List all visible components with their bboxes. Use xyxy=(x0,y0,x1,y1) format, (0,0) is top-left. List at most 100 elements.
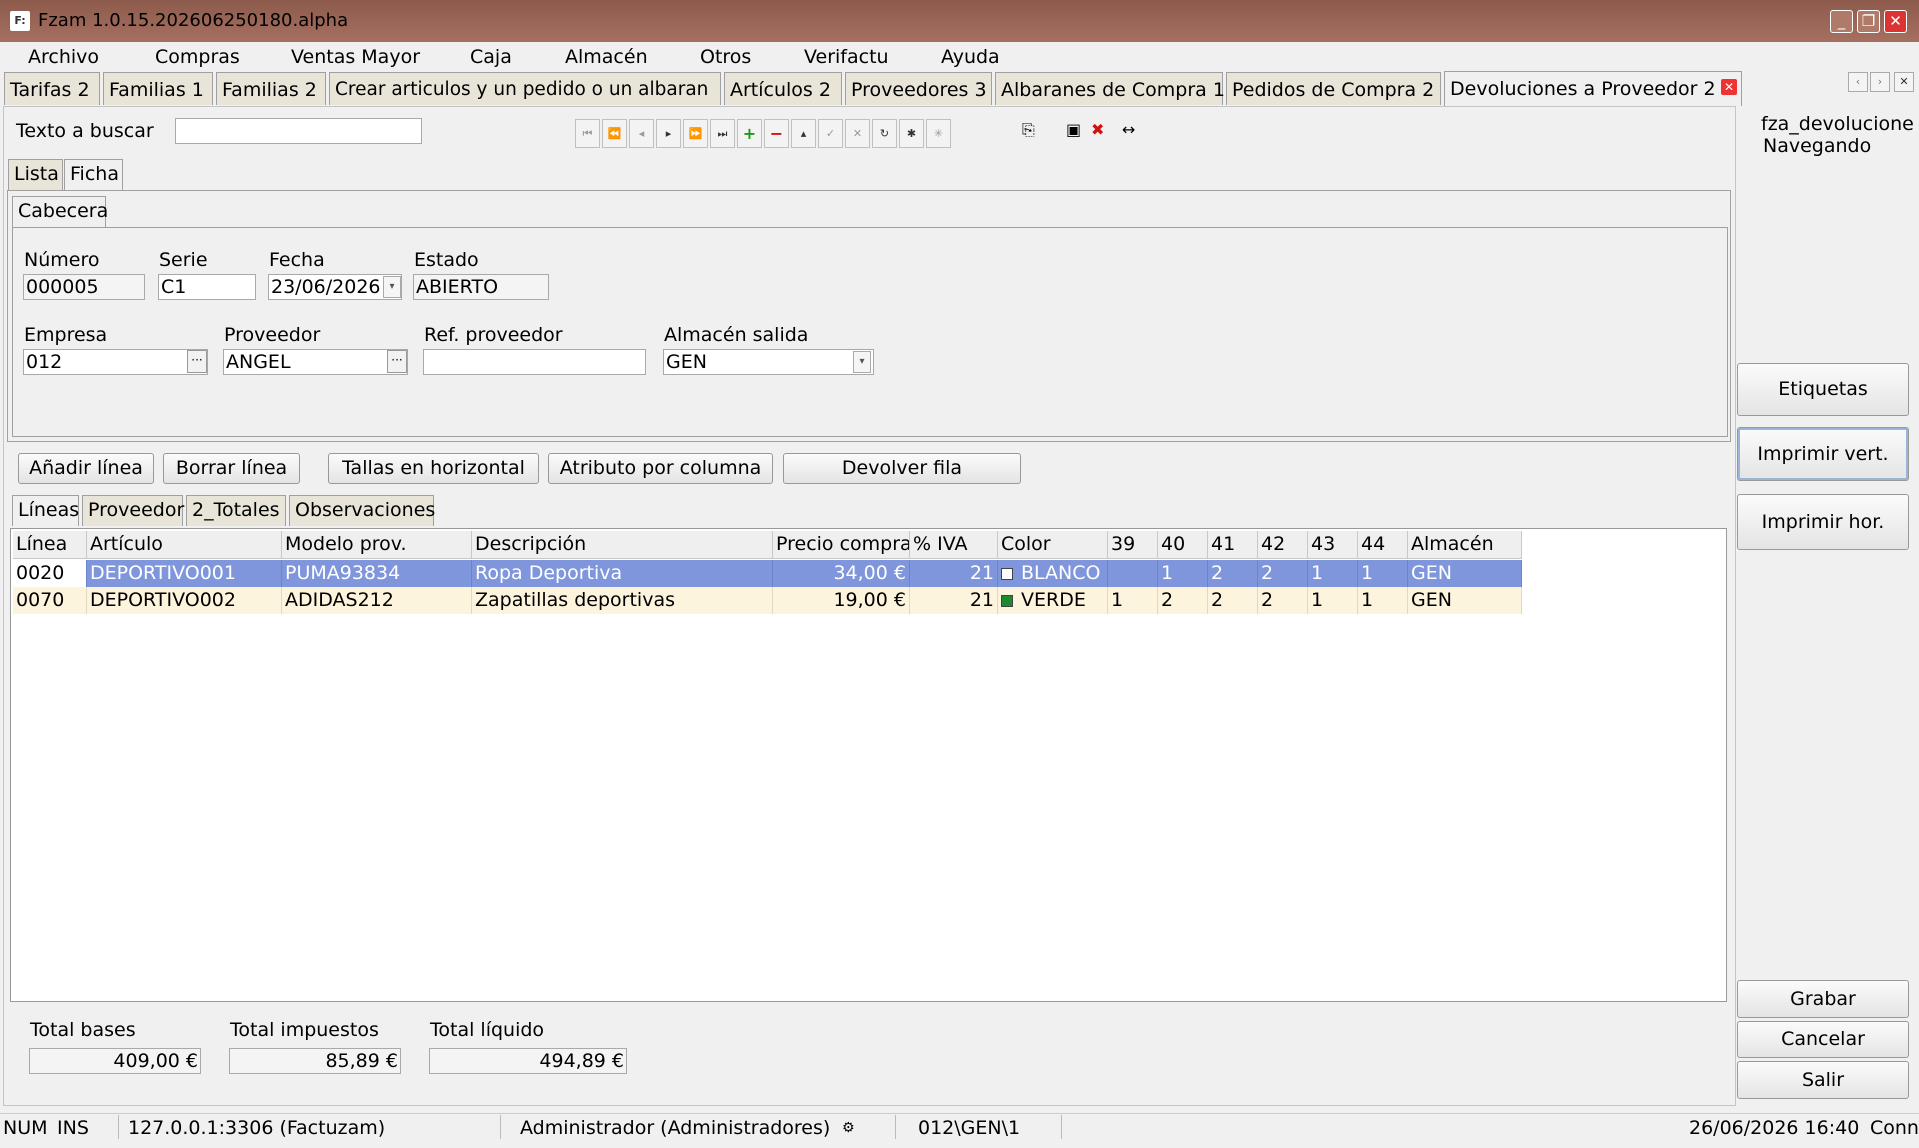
restore-icon[interactable]: ❐ xyxy=(1857,10,1880,33)
cell-modelo[interactable]: ADIDAS212 xyxy=(282,587,472,614)
clear-filter-icon[interactable]: ✖ xyxy=(1091,120,1104,140)
proveedor-field[interactable]: ANGEL xyxy=(223,349,408,375)
tab-cabecera[interactable]: Cabecera xyxy=(12,196,108,227)
menu-ayuda[interactable]: Ayuda xyxy=(941,46,1000,68)
cell-almacen[interactable]: GEN xyxy=(1408,587,1522,614)
cell-linea[interactable]: 0070 xyxy=(13,587,87,614)
search-input[interactable] xyxy=(175,118,422,144)
next-record-icon[interactable]: ▸ xyxy=(656,119,681,148)
apply-updates-icon[interactable]: ✱ xyxy=(899,119,924,148)
cell-modelo[interactable]: PUMA93834 xyxy=(282,560,472,587)
prev-page-icon[interactable]: ⏪ xyxy=(602,119,627,148)
copy-record-icon[interactable]: ⎘ xyxy=(1022,120,1035,140)
delete-line-button[interactable]: Borrar línea xyxy=(163,453,300,484)
save-filter-icon[interactable]: ▣ xyxy=(1066,120,1081,140)
cell-color[interactable]: VERDE xyxy=(998,587,1108,614)
tab-devoluciones-proveedor-2[interactable]: Devoluciones a Proveedor 2 xyxy=(1444,71,1742,106)
cancel-updates-icon[interactable]: ✳ xyxy=(926,119,951,148)
cell-41[interactable]: 2 xyxy=(1208,560,1258,587)
attribute-column-button[interactable]: Atributo por columna xyxy=(548,453,773,484)
ref-proveedor-field[interactable] xyxy=(423,349,646,375)
cell-39[interactable]: 1 xyxy=(1108,587,1158,614)
last-record-icon[interactable]: ⏭ xyxy=(710,119,735,148)
post-record-icon[interactable]: ✓ xyxy=(818,119,843,148)
tab-crear-articulos[interactable]: Crear articulos y un pedido o un albaran xyxy=(329,72,721,105)
cell-41[interactable]: 2 xyxy=(1208,587,1258,614)
serie-field[interactable]: C1 xyxy=(158,274,256,300)
cell-iva[interactable]: 21 xyxy=(910,560,998,587)
refresh-icon[interactable]: ↻ xyxy=(872,119,897,148)
cell-43[interactable]: 1 xyxy=(1308,587,1358,614)
tab-albaranes-compra-1[interactable]: Albaranes de Compra 1 xyxy=(995,72,1225,105)
cell-color[interactable]: BLANCO xyxy=(998,560,1108,587)
col-40[interactable]: 40 xyxy=(1158,531,1208,559)
menu-almacen[interactable]: Almacén xyxy=(565,46,648,68)
minimize-icon[interactable]: _ xyxy=(1830,10,1853,33)
tab-close-icon[interactable]: ✕ xyxy=(1721,79,1737,95)
menu-compras[interactable]: Compras xyxy=(155,46,240,68)
tab-familias-2[interactable]: Familias 2 xyxy=(216,72,326,105)
prev-record-icon[interactable]: ◂ xyxy=(629,119,654,148)
cell-40[interactable]: 2 xyxy=(1158,587,1208,614)
edit-record-icon[interactable]: ▴ xyxy=(791,119,816,148)
cell-42[interactable]: 2 xyxy=(1258,587,1308,614)
tab-totales[interactable]: 2_Totales xyxy=(186,495,286,526)
col-modelo-prov[interactable]: Modelo prov. xyxy=(282,531,472,559)
col-39[interactable]: 39 xyxy=(1108,531,1158,559)
col-iva[interactable]: % IVA xyxy=(910,531,998,559)
imprimir-vert-button[interactable]: Imprimir vert. xyxy=(1737,427,1909,481)
col-44[interactable]: 44 xyxy=(1358,531,1408,559)
menu-otros[interactable]: Otros xyxy=(700,46,751,68)
cell-43[interactable]: 1 xyxy=(1308,560,1358,587)
add-record-icon[interactable]: + xyxy=(737,119,762,148)
fecha-dropdown-icon[interactable]: ▾ xyxy=(383,276,401,298)
cell-descripcion[interactable]: Ropa Deportiva xyxy=(472,560,773,587)
cell-linea[interactable]: 0020 xyxy=(13,560,87,587)
tab-lineas[interactable]: Líneas xyxy=(12,495,79,526)
tab-proveedores-3[interactable]: Proveedores 3 xyxy=(845,72,992,105)
menu-verifactu[interactable]: Verifactu xyxy=(804,46,889,68)
add-line-button[interactable]: Añadir línea xyxy=(18,453,154,484)
cancel-record-icon[interactable]: ✕ xyxy=(845,119,870,148)
cell-almacen[interactable]: GEN xyxy=(1408,560,1522,587)
tab-observaciones[interactable]: Observaciones xyxy=(289,495,435,526)
fecha-field[interactable]: 23/06/2026 xyxy=(268,274,402,300)
cell-articulo[interactable]: DEPORTIVO001 xyxy=(87,560,282,587)
grabar-button[interactable]: Grabar xyxy=(1737,980,1909,1018)
cell-40[interactable]: 1 xyxy=(1158,560,1208,587)
almacen-salida-select[interactable]: GEN xyxy=(663,349,874,375)
close-window-icon[interactable]: ✕ xyxy=(1884,10,1907,33)
col-color[interactable]: Color xyxy=(998,531,1108,559)
tab-ficha[interactable]: Ficha xyxy=(64,159,123,190)
menu-ventas-mayor[interactable]: Ventas Mayor xyxy=(291,46,420,68)
tabs-scroll-left-icon[interactable]: ‹ xyxy=(1848,72,1868,92)
tabs-close-all-icon[interactable]: ✕ xyxy=(1894,72,1914,92)
delete-record-icon[interactable]: − xyxy=(764,119,789,148)
resize-columns-icon[interactable]: ↔ xyxy=(1122,120,1135,140)
cell-precio[interactable]: 19,00 € xyxy=(773,587,910,614)
menu-archivo[interactable]: Archivo xyxy=(28,46,99,68)
imprimir-hor-button[interactable]: Imprimir hor. xyxy=(1737,494,1909,550)
tab-familias-1[interactable]: Familias 1 xyxy=(103,72,213,105)
cell-42[interactable]: 2 xyxy=(1258,560,1308,587)
cell-articulo[interactable]: DEPORTIVO002 xyxy=(87,587,282,614)
cell-descripcion[interactable]: Zapatillas deportivas xyxy=(472,587,773,614)
cell-39[interactable] xyxy=(1108,560,1158,587)
tab-lista[interactable]: Lista xyxy=(8,159,63,190)
cell-44[interactable]: 1 xyxy=(1358,587,1408,614)
col-almacen[interactable]: Almacén xyxy=(1408,531,1522,559)
next-page-icon[interactable]: ⏩ xyxy=(683,119,708,148)
numero-field[interactable]: 000005 xyxy=(23,274,145,300)
almacen-dropdown-icon[interactable]: ▾ xyxy=(853,351,871,373)
tab-articulos-2[interactable]: Artículos 2 xyxy=(724,72,842,105)
cancelar-button[interactable]: Cancelar xyxy=(1737,1021,1909,1058)
cell-44[interactable]: 1 xyxy=(1358,560,1408,587)
tabs-scroll-right-icon[interactable]: › xyxy=(1870,72,1890,92)
col-42[interactable]: 42 xyxy=(1258,531,1308,559)
empresa-field[interactable]: 012 xyxy=(23,349,208,375)
menu-caja[interactable]: Caja xyxy=(470,46,512,68)
sizes-horizontal-button[interactable]: Tallas en horizontal xyxy=(328,453,539,484)
etiquetas-button[interactable]: Etiquetas xyxy=(1737,363,1909,416)
col-precio-compra[interactable]: Precio compra xyxy=(773,531,910,559)
col-41[interactable]: 41 xyxy=(1208,531,1258,559)
